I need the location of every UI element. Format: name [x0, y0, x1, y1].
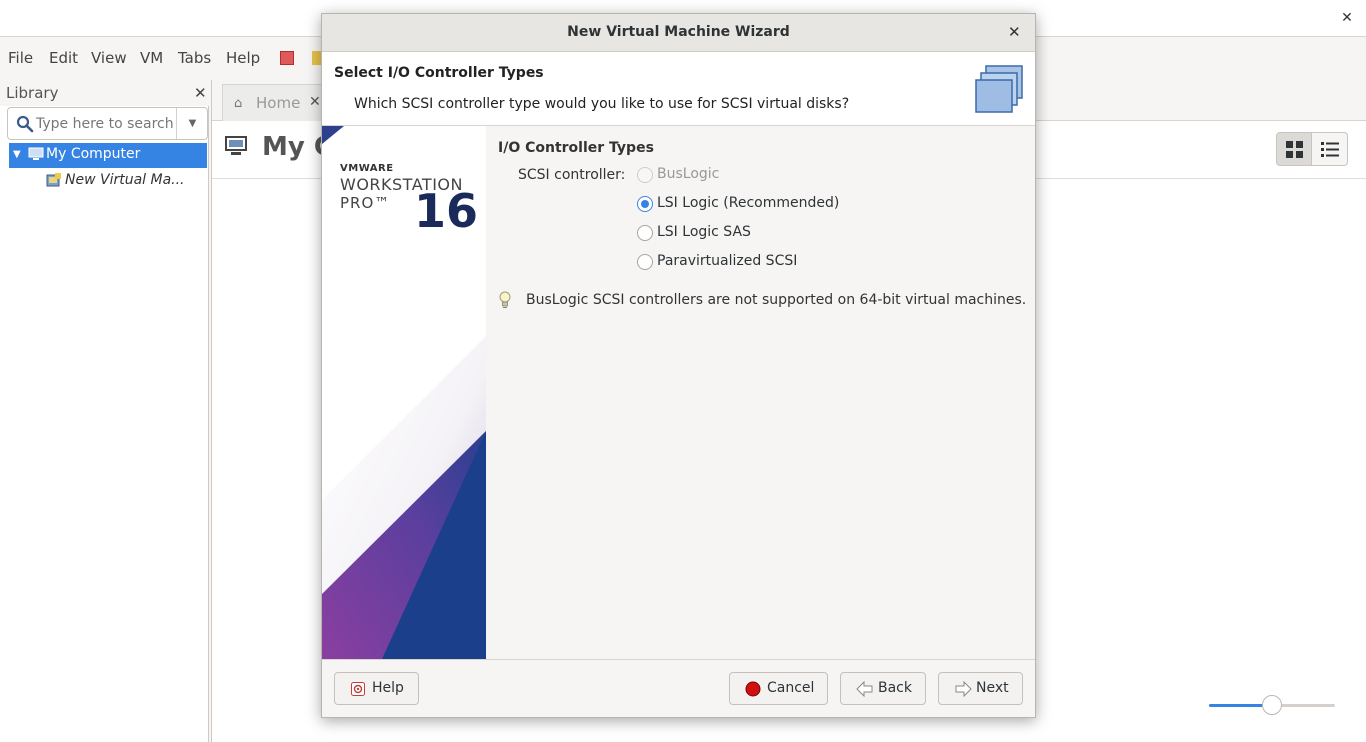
section-title: I/O Controller Types: [498, 140, 654, 156]
back-arrow-icon: [856, 680, 874, 701]
tab-home[interactable]: ⌂ Home ✕: [222, 84, 332, 121]
step-subtitle: Which SCSI controller type would you lik…: [354, 96, 850, 112]
cancel-icon: [745, 681, 761, 701]
tab-close-icon[interactable]: ✕: [309, 94, 321, 110]
menu-help[interactable]: Help: [226, 49, 260, 67]
library-panel: Library ✕ ▼ ▼ My Computer New Virtual Ma…: [0, 80, 209, 742]
dialog-title: New Virtual Machine Wizard: [567, 24, 790, 40]
home-icon: ⌂: [234, 96, 243, 111]
lightbulb-icon: [498, 291, 512, 313]
menu-view[interactable]: View: [91, 49, 127, 67]
radio-button[interactable]: [637, 167, 653, 183]
power-toolbar-icon[interactable]: [280, 51, 294, 65]
dialog-header: Select I/O Controller Types Which SCSI c…: [322, 52, 1035, 126]
dialog-body: I/O Controller Types SCSI controller: Bu…: [486, 126, 1035, 659]
vm-icon: [46, 173, 62, 192]
view-toggle: [1276, 132, 1360, 166]
library-search: ▼: [7, 107, 208, 140]
search-input[interactable]: [36, 112, 176, 136]
expand-arrow-icon[interactable]: ▼: [13, 149, 21, 160]
help-button[interactable]: Help: [334, 672, 419, 705]
banner-edition: PRO™: [340, 194, 391, 212]
tree-item-new-vm[interactable]: New Virtual Ma...: [9, 169, 207, 194]
library-title: Library: [6, 84, 59, 102]
library-close-icon[interactable]: ✕: [194, 84, 207, 102]
radio-label: LSI Logic (Recommended): [657, 195, 840, 211]
tree-item-label: New Virtual Ma...: [65, 172, 185, 188]
back-button[interactable]: Back: [840, 672, 926, 705]
banner-version: 16: [414, 184, 479, 238]
radio-button[interactable]: [637, 254, 653, 270]
help-label: Help: [372, 680, 404, 696]
next-label: Next: [976, 680, 1009, 696]
library-header: Library ✕: [0, 80, 209, 106]
menu-file[interactable]: File: [8, 49, 33, 67]
next-arrow-icon: [954, 680, 972, 701]
scsi-controller-label: SCSI controller:: [518, 167, 626, 183]
radio-button[interactable]: [637, 196, 653, 212]
page-heading: My Co: [224, 132, 351, 162]
grid-view-button[interactable]: [1276, 132, 1312, 166]
tab-home-label: Home: [256, 94, 301, 112]
buslogic-note: BusLogic SCSI controllers are not suppor…: [526, 292, 1027, 308]
back-label: Back: [878, 680, 912, 696]
vmware-banner: VMWARE WORKSTATION PRO™ 16: [322, 126, 486, 659]
banner-vendor: VMWARE: [340, 163, 394, 174]
radio-button[interactable]: [637, 225, 653, 241]
search-dropdown-icon[interactable]: ▼: [176, 108, 208, 139]
menu-tabs[interactable]: Tabs: [178, 49, 211, 67]
next-button[interactable]: Next: [938, 672, 1023, 705]
vm-stack-icon: [974, 64, 1026, 114]
search-icon: [16, 115, 34, 137]
zoom-slider[interactable]: [1209, 694, 1337, 716]
radio-label: BusLogic: [657, 166, 720, 182]
menu-vm[interactable]: VM: [140, 49, 163, 67]
zoom-slider-handle[interactable]: [1262, 695, 1282, 715]
window-close-icon[interactable]: ✕: [1338, 9, 1356, 27]
dialog-titlebar: New Virtual Machine Wizard ✕: [322, 14, 1035, 52]
step-title: Select I/O Controller Types: [334, 65, 544, 81]
radio-label: Paravirtualized SCSI: [657, 253, 798, 269]
computer-icon: [224, 136, 248, 161]
list-view-button[interactable]: [1312, 132, 1348, 166]
cancel-button[interactable]: Cancel: [729, 672, 828, 705]
new-vm-wizard-dialog: New Virtual Machine Wizard ✕ Select I/O …: [321, 13, 1036, 718]
radio-label: LSI Logic SAS: [657, 224, 751, 240]
cancel-label: Cancel: [767, 680, 815, 696]
tree-item-my-computer[interactable]: ▼ My Computer: [9, 143, 207, 168]
menu-edit[interactable]: Edit: [49, 49, 78, 67]
help-icon: [351, 682, 365, 700]
tree-item-label: My Computer: [46, 146, 141, 162]
computer-icon: [28, 147, 44, 166]
list-icon: [1321, 142, 1339, 157]
footer-divider: [322, 659, 1035, 660]
grid-icon: [1286, 141, 1303, 158]
dialog-close-icon[interactable]: ✕: [1008, 23, 1021, 41]
